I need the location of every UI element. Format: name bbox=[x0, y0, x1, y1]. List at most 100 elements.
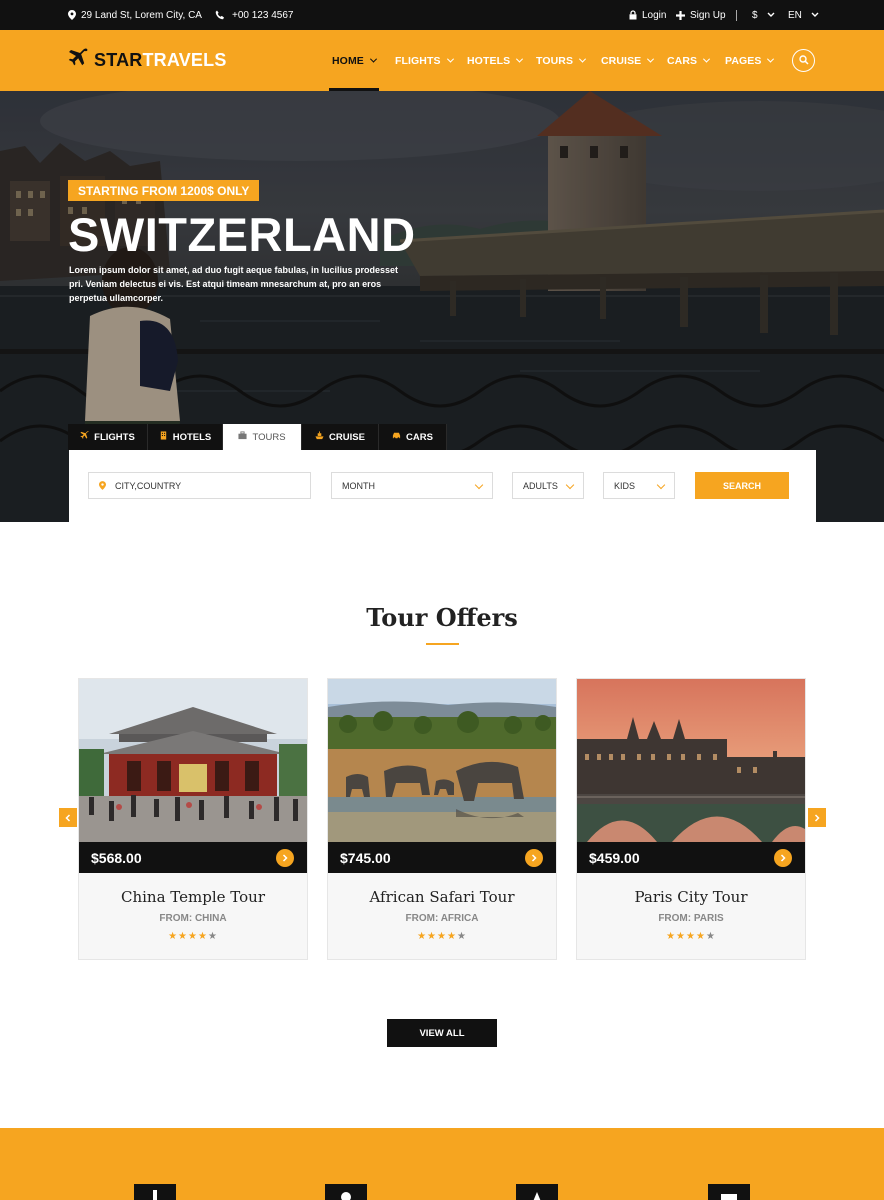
tour-card[interactable]: $745.00 African Safari Tour FROM: AFRICA… bbox=[327, 678, 557, 960]
chevron-down-icon bbox=[656, 480, 666, 490]
nav-cruise-label: CRUISE bbox=[601, 54, 642, 67]
tour-rating: ★★★★★ bbox=[79, 931, 307, 942]
tab-cars[interactable]: CARS bbox=[379, 424, 447, 450]
destination-input[interactable]: CITY,COUNTRY bbox=[88, 472, 311, 499]
star-icon: ★ bbox=[178, 931, 189, 942]
price-bar: $745.00 bbox=[328, 842, 556, 873]
phone-info: +00 123 4567 bbox=[215, 0, 293, 30]
address-text: 29 Land St, Lorem City, CA bbox=[81, 9, 202, 21]
plus-icon bbox=[676, 10, 685, 20]
tour-details-button[interactable] bbox=[774, 849, 792, 867]
chevron-down-icon bbox=[446, 55, 454, 63]
feature-icon-box bbox=[134, 1184, 176, 1200]
tab-cruise[interactable]: CRUISE bbox=[302, 424, 379, 450]
nav-pages[interactable]: PAGES bbox=[725, 30, 775, 91]
carousel-prev-button[interactable] bbox=[59, 808, 77, 827]
tab-hotels-label: HOTELS bbox=[172, 431, 212, 443]
chevron-down-icon bbox=[647, 55, 655, 63]
tab-cruise-label: CRUISE bbox=[329, 431, 365, 443]
nav-cruise[interactable]: CRUISE bbox=[601, 30, 655, 91]
carousel-next-button[interactable] bbox=[808, 808, 826, 827]
tour-card[interactable]: $568.00 China Temple Tour FROM: CHINA ★★… bbox=[78, 678, 308, 960]
plane-icon bbox=[80, 431, 89, 443]
nav-cars[interactable]: CARS bbox=[667, 30, 711, 91]
month-select[interactable]: MONTH bbox=[331, 472, 493, 499]
feature-icon-box bbox=[516, 1184, 558, 1200]
star-icon: ★ bbox=[676, 931, 687, 942]
features-section bbox=[0, 1128, 884, 1200]
site-logo[interactable]: STARTRAVELS bbox=[68, 47, 227, 73]
lock-icon bbox=[629, 10, 637, 20]
title-divider bbox=[426, 643, 459, 645]
briefcase-icon bbox=[238, 431, 248, 443]
star-outline-icon: ★ bbox=[207, 931, 218, 942]
chevron-right-icon bbox=[814, 809, 820, 827]
nav-hotels[interactable]: HOTELS bbox=[467, 30, 524, 91]
star-icon: ★ bbox=[417, 931, 428, 942]
tour-card[interactable]: $459.00 Paris City Tour FROM: PARIS ★★★★… bbox=[576, 678, 806, 960]
star-icon: ★ bbox=[168, 931, 179, 942]
nav-tours-label: TOURS bbox=[536, 54, 574, 67]
tour-image bbox=[577, 679, 805, 842]
currency-label: $ bbox=[752, 9, 758, 21]
tab-tours-label: TOURS bbox=[252, 431, 286, 443]
star-icon: ★ bbox=[437, 931, 447, 942]
language-selector[interactable]: EN bbox=[788, 0, 819, 30]
logo-text: STARTRAVELS bbox=[94, 49, 227, 70]
plane-icon bbox=[68, 48, 88, 73]
chevron-down-icon bbox=[579, 55, 587, 63]
search-submit-button[interactable]: SEARCH bbox=[695, 472, 789, 499]
price-bar: $459.00 bbox=[577, 842, 805, 873]
nav-hotels-label: HOTELS bbox=[467, 54, 511, 67]
feature-icon-box bbox=[325, 1184, 367, 1200]
tour-details-button[interactable] bbox=[525, 849, 543, 867]
main-header: STARTRAVELS HOME FLIGHTS HOTELS TOURS CR… bbox=[0, 30, 884, 91]
chevron-down-icon bbox=[369, 55, 377, 63]
chevron-down-icon bbox=[767, 12, 775, 18]
search-button[interactable] bbox=[792, 49, 815, 72]
kids-label: KIDS bbox=[614, 480, 636, 491]
star-icon: ★ bbox=[446, 931, 457, 942]
currency-selector[interactable]: $ bbox=[752, 0, 775, 30]
chevron-right-icon bbox=[780, 849, 786, 867]
star-icon: ★ bbox=[686, 931, 696, 942]
nav-tours[interactable]: TOURS bbox=[536, 30, 587, 91]
tour-name[interactable]: Paris City Tour bbox=[577, 888, 805, 906]
hero-title: SWITZERLAND bbox=[68, 208, 416, 261]
nav-flights[interactable]: FLIGHTS bbox=[395, 30, 454, 91]
hero-description: Lorem ipsum dolor sit amet, ad duo fugit… bbox=[69, 265, 399, 303]
tour-name[interactable]: African Safari Tour bbox=[328, 888, 556, 906]
chevron-down-icon bbox=[516, 55, 524, 63]
tab-flights[interactable]: FLIGHTS bbox=[68, 424, 148, 450]
tour-price: $459.00 bbox=[589, 849, 640, 866]
nav-home[interactable]: HOME bbox=[329, 30, 379, 91]
tab-cars-label: CARS bbox=[406, 431, 433, 443]
tour-details-button[interactable] bbox=[276, 849, 294, 867]
tour-origin: FROM: AFRICA bbox=[405, 913, 479, 924]
signup-link[interactable]: Sign Up bbox=[676, 0, 726, 30]
phone-text: +00 123 4567 bbox=[232, 9, 294, 21]
kids-select[interactable]: KIDS bbox=[603, 472, 675, 499]
building-icon bbox=[159, 431, 168, 443]
star-icon: ★ bbox=[695, 931, 706, 942]
language-label: EN bbox=[788, 9, 802, 21]
signup-label: Sign Up bbox=[690, 9, 726, 21]
tab-tours[interactable]: TOURS bbox=[223, 424, 302, 450]
adults-label: ADULTS bbox=[523, 480, 558, 491]
view-all-button[interactable]: VIEW ALL bbox=[387, 1019, 497, 1047]
tour-price: $568.00 bbox=[91, 849, 142, 866]
tab-hotels[interactable]: HOTELS bbox=[148, 424, 223, 450]
star-icon: ★ bbox=[197, 931, 208, 942]
phone-icon bbox=[215, 10, 225, 20]
booking-tabs: FLIGHTS HOTELS TOURS CRUISE CARS bbox=[68, 424, 447, 450]
feature-icon bbox=[339, 1184, 353, 1200]
login-link[interactable]: Login bbox=[629, 0, 666, 30]
chevron-right-icon bbox=[531, 849, 537, 867]
tour-search-form: CITY,COUNTRY MONTH ADULTS KIDS SEARCH bbox=[69, 450, 816, 522]
chevron-left-icon bbox=[65, 809, 71, 827]
adults-select[interactable]: ADULTS bbox=[512, 472, 584, 499]
tour-name[interactable]: China Temple Tour bbox=[79, 888, 307, 906]
search-icon bbox=[798, 52, 809, 70]
tour-price: $745.00 bbox=[340, 849, 391, 866]
month-label: MONTH bbox=[342, 480, 375, 491]
